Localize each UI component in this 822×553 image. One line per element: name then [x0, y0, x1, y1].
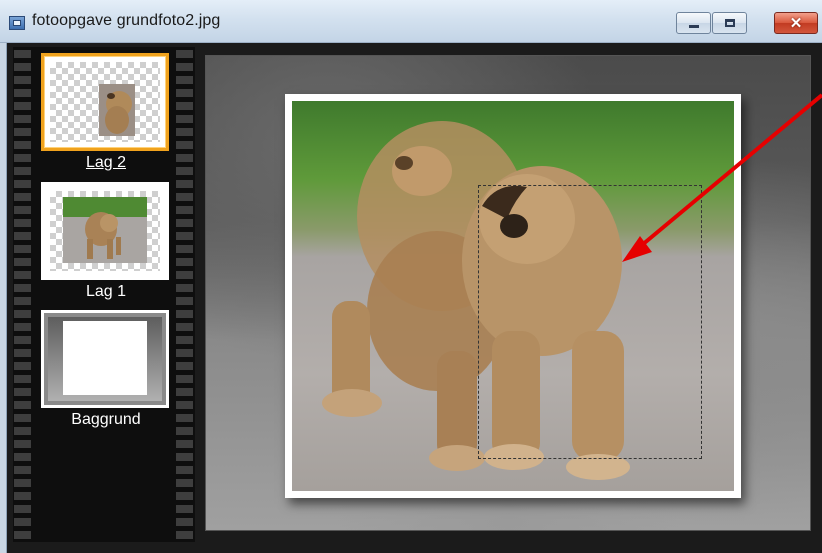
close-button[interactable]: ✕ — [774, 12, 818, 34]
lion-cub-photo-thumbnail — [63, 197, 147, 263]
close-icon: ✕ — [789, 14, 803, 32]
layer-filmstrip-panel: Lag 2 Lag 1 Baggrund — [13, 47, 195, 542]
layer-thumbnail[interactable] — [41, 310, 169, 408]
window-title: fotoopgave grundfoto2.jpg — [32, 12, 221, 29]
layer-label: Lag 2 — [85, 154, 127, 171]
layer-label: Lag 1 — [85, 283, 127, 300]
layer-item-baggrund[interactable]: Baggrund — [41, 310, 171, 429]
layer-item-lag-1[interactable]: Lag 1 — [41, 182, 171, 301]
minimize-button[interactable] — [676, 12, 711, 34]
layer-thumbnail[interactable] — [41, 53, 169, 151]
maximize-button[interactable] — [712, 12, 747, 34]
lion-cub-crop-thumbnail — [99, 84, 135, 136]
layer-thumbnail[interactable] — [41, 182, 169, 280]
image-file-icon — [9, 16, 25, 30]
maximize-icon — [724, 19, 735, 27]
white-photo-frame — [285, 94, 741, 498]
layer-label: Baggrund — [71, 411, 141, 428]
image-canvas[interactable] — [205, 55, 811, 531]
layer-item-lag-2[interactable]: Lag 2 — [41, 53, 171, 172]
film-perforation-right — [176, 47, 193, 542]
film-perforation-left — [14, 47, 31, 542]
minimize-icon — [688, 24, 699, 28]
title-bar: fotoopgave grundfoto2.jpg ✕ — [0, 0, 822, 43]
white-frame-shape — [63, 321, 147, 395]
lion-cub-photo — [292, 101, 734, 491]
selection-marquee[interactable] — [478, 185, 702, 459]
